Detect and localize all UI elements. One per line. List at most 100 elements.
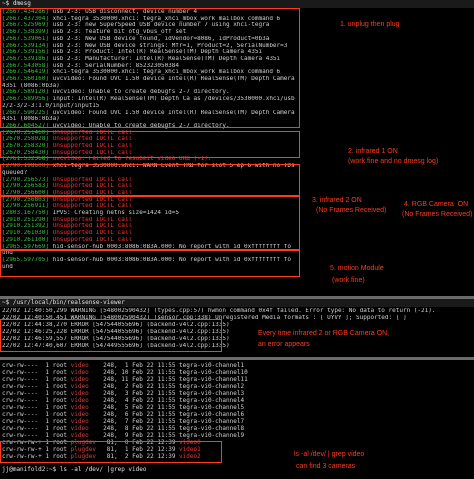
- ls-links: 1: [45, 369, 53, 376]
- ls-grp: video: [70, 376, 104, 383]
- annotation-viewer-1: Every time infrared 2 or RGB Camera ON,: [258, 330, 390, 337]
- ls-name: tegra-vi0-channel11: [179, 376, 248, 383]
- ls-min: 9: [121, 432, 133, 439]
- unplug-highlight-box: [0, 8, 300, 128]
- ls-perm: crw-rw----: [2, 383, 46, 390]
- ls-user: root: [52, 404, 71, 411]
- ls-maj: 248,: [103, 404, 122, 411]
- infrared1-highlight-box: [0, 131, 300, 158]
- ls-video-highlight-box: [0, 441, 222, 463]
- ls-links: 1: [45, 418, 53, 425]
- ls-maj: 248,: [103, 418, 122, 425]
- annotation-infrared1-sub: (work fine and no dmesg log): [348, 158, 439, 165]
- ls-min: 3: [121, 390, 133, 397]
- ls-date: Feb 22 11:55: [132, 390, 180, 397]
- viewer-log-text: 22/02 12:40:50,299 WARNING [548002590432…: [2, 308, 436, 314]
- ls-name: tegra-vi0-channel5: [179, 404, 245, 411]
- ls-date: Feb 22 11:55: [132, 397, 180, 404]
- ls-name: tegra-vi0-channel4: [179, 397, 245, 404]
- ls-name: tegra-vi0-channel6: [179, 411, 245, 418]
- ls-maj: 248,: [103, 425, 122, 432]
- annotation-infrared2-sub: (No Frames Received): [316, 207, 387, 214]
- ls-perm: crw-rw----: [2, 369, 46, 376]
- ls-perm: crw-rw----: [2, 425, 46, 432]
- ls-maj: 248,: [103, 397, 122, 404]
- ls-user: root: [52, 397, 71, 404]
- ls-date: Feb 22 11:55: [132, 376, 180, 383]
- ls-grp: video: [70, 418, 104, 425]
- ls-user: root: [52, 369, 71, 376]
- ls-perm: crw-rw----: [2, 362, 46, 369]
- ls-maj: 248,: [103, 432, 122, 439]
- ls-perm: crw-rw----: [2, 376, 46, 383]
- ls-min: 1: [121, 362, 133, 369]
- ls-date: Feb 22 11:55: [132, 411, 180, 418]
- rgb-highlight-box: [0, 196, 300, 250]
- ls-date: Feb 22 11:55: [132, 404, 180, 411]
- ls-date: Feb 22 11:55: [132, 432, 180, 439]
- ls-user: root: [52, 432, 71, 439]
- ls-links: 1: [45, 411, 53, 418]
- annotation-infrared2: 3. infrared 2 ON: [312, 197, 362, 204]
- ls-min: 4: [121, 397, 133, 404]
- motion-highlight-box: [0, 250, 300, 277]
- annotation-rgb-sub: (No Frames Received): [402, 211, 473, 218]
- ls-prompt: jj@manifold2:~$ ls -al /dev/ |grep video: [0, 466, 474, 474]
- ls-grp: video: [70, 425, 104, 432]
- ls-links: 1: [45, 432, 53, 439]
- ls-links: 1: [45, 362, 53, 369]
- ls-min: 11: [121, 376, 133, 383]
- viewer-prompt: ~$ /usr/local/bin/realsense-viewer: [0, 299, 474, 307]
- ls-maj: 248,: [103, 411, 122, 418]
- ls-grp: video: [70, 397, 104, 404]
- ls-name: tegra-vi0-channel1: [179, 362, 245, 369]
- ls-grp: video: [70, 432, 104, 439]
- ls-links: 1: [45, 425, 53, 432]
- ls-name: tegra-vi0-channel9: [179, 432, 245, 439]
- ls-grp: video: [70, 383, 104, 390]
- ls-user: root: [52, 425, 71, 432]
- infrared2-highlight-box: [0, 164, 300, 196]
- ls-maj: 248,: [103, 362, 122, 369]
- viewer-terminal-pane[interactable]: ~$ /usr/local/bin/realsense-viewer 22/02…: [0, 299, 474, 359]
- annotation-infrared1: 2. infrared 1 ON: [348, 148, 398, 155]
- ls-min: 2: [121, 383, 133, 390]
- ls-min: 10: [121, 369, 133, 376]
- ls-name: tegra-vi0-channel3: [179, 390, 245, 397]
- ls-terminal-pane[interactable]: crw-rw---- 1 root video 248, 1 Feb 22 11…: [0, 360, 474, 479]
- ls-links: 1: [45, 376, 53, 383]
- ls-date: Feb 22 11:55: [132, 362, 180, 369]
- ls-date: Feb 22 11:55: [132, 383, 180, 390]
- ls-user: root: [52, 411, 71, 418]
- ls-user: root: [52, 376, 71, 383]
- ls-perm: crw-rw----: [2, 404, 46, 411]
- viewer-error-highlight-box: [0, 319, 222, 352]
- ls-perm: crw-rw----: [2, 397, 46, 404]
- ls-user: root: [52, 418, 71, 425]
- ls-user: root: [52, 390, 71, 397]
- ls-perm: crw-rw----: [2, 432, 46, 439]
- viewer-log-row: 22/02 12:40:50,299 WARNING [548002590432…: [0, 308, 474, 315]
- ls-name: tegra-vi0-channel2: [179, 383, 245, 390]
- annotation-rgb: 4. RGB Camera ON: [404, 201, 469, 208]
- annotation-unplug: 1. unplug then plug: [340, 21, 400, 28]
- ls-maj: 248,: [103, 369, 122, 376]
- ls-min: 6: [121, 411, 133, 418]
- ls-grp: video: [70, 390, 104, 397]
- ls-links: 1: [45, 397, 53, 404]
- ls-user: root: [52, 362, 71, 369]
- annotation-viewer-2: an error appears: [258, 341, 310, 348]
- annotation-motion-sub: (work fine): [332, 277, 365, 284]
- ls-user: root: [52, 383, 71, 390]
- ls-min: 7: [121, 418, 133, 425]
- ls-perm: crw-rw----: [2, 411, 46, 418]
- annotation-motion: 5. motion Module: [330, 265, 384, 272]
- ls-perm: crw-rw----: [2, 390, 46, 397]
- dmesg-terminal-pane[interactable]: ~$ dmesg [2667.434286] usb 2-3: USB disc…: [0, 0, 474, 298]
- ls-date: Feb 22 11:55: [132, 369, 180, 376]
- ls-perm: crw-rw----: [2, 418, 46, 425]
- ls-date: Feb 22 11:55: [132, 418, 180, 425]
- annotation-ls-1: ls -al /dev/ | grep video: [294, 451, 365, 458]
- ls-maj: 248,: [103, 390, 122, 397]
- ls-name: tegra-vi0-channel7: [179, 418, 245, 425]
